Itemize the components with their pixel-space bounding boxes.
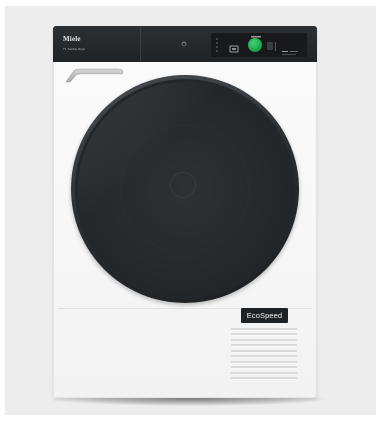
vent-slat: [231, 333, 297, 337]
vent-slat: [231, 338, 297, 342]
model-label: T1 Tumble Dryer: [63, 47, 86, 51]
vent-slat: [231, 355, 297, 359]
panel-divider: [140, 27, 141, 61]
brand-logo: Miele: [63, 35, 81, 43]
lint-filter-handle[interactable]: [62, 68, 126, 84]
glass-reflection: [78, 82, 292, 296]
program-icon[interactable]: [229, 40, 239, 53]
vent-slat: [231, 366, 297, 370]
power-icon[interactable]: [181, 41, 187, 47]
display-readout: [280, 43, 300, 55]
start-button[interactable]: [248, 38, 262, 52]
product-photo: Miele T1 Tumble Dryer EcoSpeed: [0, 0, 382, 421]
vent-slat: [231, 349, 297, 353]
vent-slat: [231, 360, 297, 364]
vent-slat: [231, 328, 297, 331]
option-indicator: [267, 42, 273, 50]
ecospeed-badge: EcoSpeed: [241, 308, 288, 323]
vent-slat: [231, 376, 297, 380]
vent-slat: [231, 344, 297, 348]
vent-slat: [231, 371, 297, 375]
air-vent-grille: [231, 328, 297, 380]
